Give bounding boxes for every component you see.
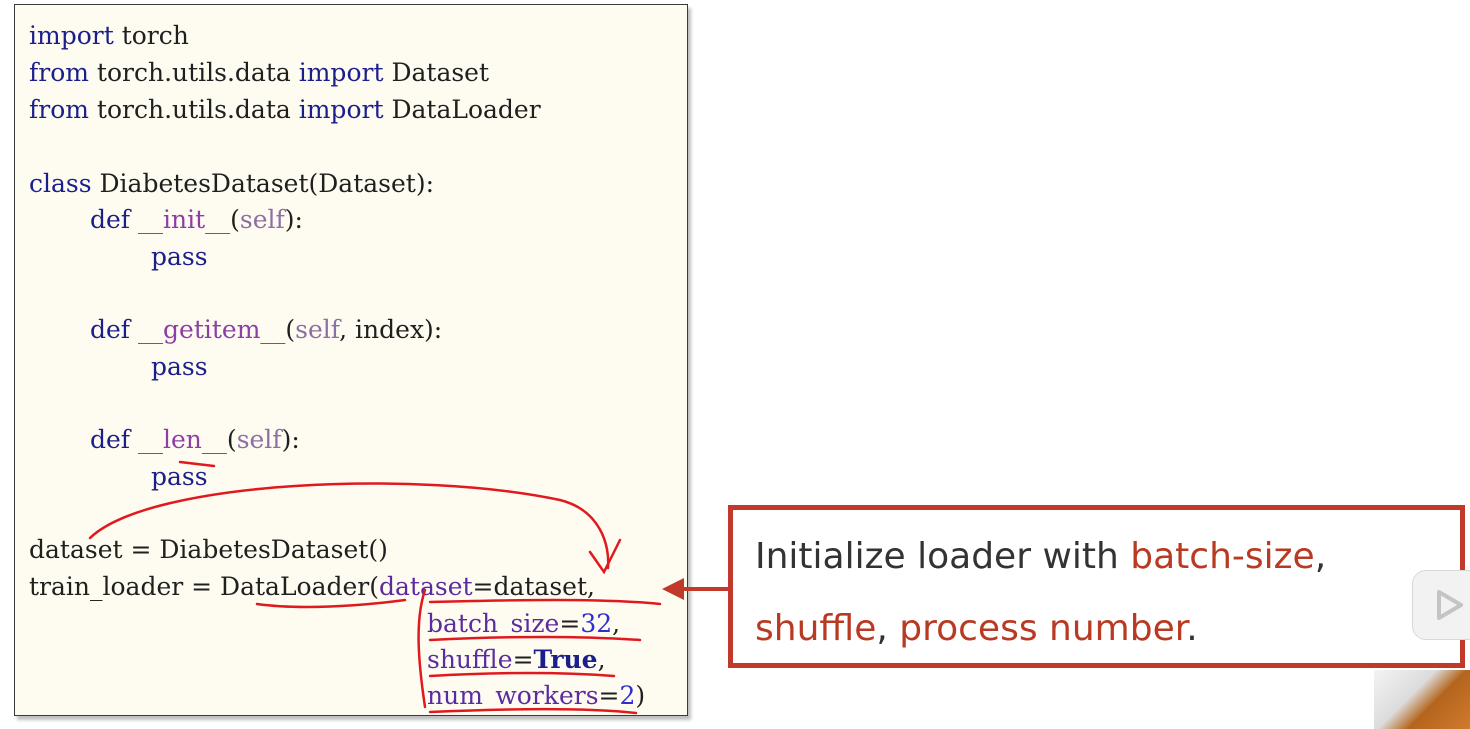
callout-highlight: shuffle xyxy=(755,608,877,649)
callout-highlight: process number xyxy=(899,608,1187,649)
code-text: torch.utils.data xyxy=(88,95,299,124)
code-text: = xyxy=(559,609,581,638)
code-text: DataLoader xyxy=(383,95,541,124)
method-name: __len__ xyxy=(138,425,227,454)
code-text: , xyxy=(597,645,606,674)
code-text: DiabetesDataset(Dataset): xyxy=(91,169,435,198)
code-text: Dataset xyxy=(383,58,490,87)
code-text: = xyxy=(512,645,534,674)
code-text: ): xyxy=(284,205,303,234)
keyword: import xyxy=(29,21,114,50)
keyword: from xyxy=(29,95,89,124)
code-text: torch.utils.data xyxy=(88,58,299,87)
code-text: , index): xyxy=(339,315,443,344)
code-line-10: pass xyxy=(151,462,208,492)
arg-name: shuffle xyxy=(427,645,513,674)
explanation-callout: Initialize loader with batch-size, shuff… xyxy=(728,505,1465,668)
code-text: ( xyxy=(285,315,296,344)
code-text: ( xyxy=(230,205,240,234)
code-line-7: def __getitem__(self, index): xyxy=(90,315,442,345)
play-button[interactable] xyxy=(1412,570,1470,640)
keyword: import xyxy=(298,58,384,87)
callout-text: , xyxy=(876,608,900,649)
code-line-12: train_loader = DataLoader(dataset=datase… xyxy=(29,572,595,602)
arg-name: dataset xyxy=(379,572,473,601)
code-panel: import torch from torch.utils.data impor… xyxy=(14,4,688,716)
keyword: def xyxy=(90,205,131,234)
self-param: self xyxy=(295,315,340,344)
bool-value: True xyxy=(533,645,598,674)
play-icon xyxy=(1437,590,1463,620)
code-text: ) xyxy=(635,681,646,710)
code-line-3: from torch.utils.data import DataLoader xyxy=(29,95,541,125)
code-line-4: class DiabetesDataset(Dataset): xyxy=(29,169,434,199)
code-text: torch xyxy=(113,21,189,50)
keyword: pass xyxy=(151,242,208,271)
self-param: self xyxy=(239,205,285,234)
method-name: __getitem__ xyxy=(138,315,286,344)
keyword: class xyxy=(29,169,92,198)
video-thumbnail[interactable] xyxy=(1374,670,1470,729)
code-text: , xyxy=(612,609,621,638)
self-param: self xyxy=(236,425,282,454)
number: 32 xyxy=(580,609,613,638)
code-line-1: import torch xyxy=(29,21,189,51)
code-line-5: def __init__(self): xyxy=(90,205,303,235)
code-text: train_loader = DataLoader( xyxy=(29,572,379,601)
keyword: def xyxy=(90,315,131,344)
method-name: __init__ xyxy=(138,205,231,234)
arg-name: batch_size xyxy=(427,609,560,638)
code-text: ( xyxy=(226,425,237,454)
code-line-15: num_workers=2) xyxy=(427,681,645,711)
code-line-13: batch_size=32, xyxy=(427,609,620,639)
code-line-2: from torch.utils.data import Dataset xyxy=(29,58,489,88)
code-text: dataset = DiabetesDataset() xyxy=(29,535,388,564)
callout-line-1: Initialize loader with batch-size, xyxy=(755,536,1326,577)
code-text: ): xyxy=(281,425,300,454)
keyword: pass xyxy=(151,352,208,381)
arg-name: num_workers xyxy=(427,681,599,710)
code-line-9: def __len__(self): xyxy=(90,425,300,455)
callout-text: . xyxy=(1186,608,1198,649)
code-line-14: shuffle=True, xyxy=(427,645,606,675)
code-text: = xyxy=(598,681,620,710)
keyword: pass xyxy=(151,462,208,491)
code-line-8: pass xyxy=(151,352,208,382)
callout-text: Initialize loader with xyxy=(755,536,1131,577)
keyword: from xyxy=(29,58,89,87)
code-line-6: pass xyxy=(151,242,208,272)
code-line-11: dataset = DiabetesDataset() xyxy=(29,535,388,565)
number: 2 xyxy=(619,681,636,710)
keyword: def xyxy=(90,425,131,454)
callout-highlight: batch-size xyxy=(1130,536,1315,577)
code-text: =dataset, xyxy=(472,572,595,601)
callout-text: , xyxy=(1314,536,1327,577)
keyword: import xyxy=(298,95,384,124)
callout-line-2: shuffle, process number. xyxy=(755,608,1198,649)
